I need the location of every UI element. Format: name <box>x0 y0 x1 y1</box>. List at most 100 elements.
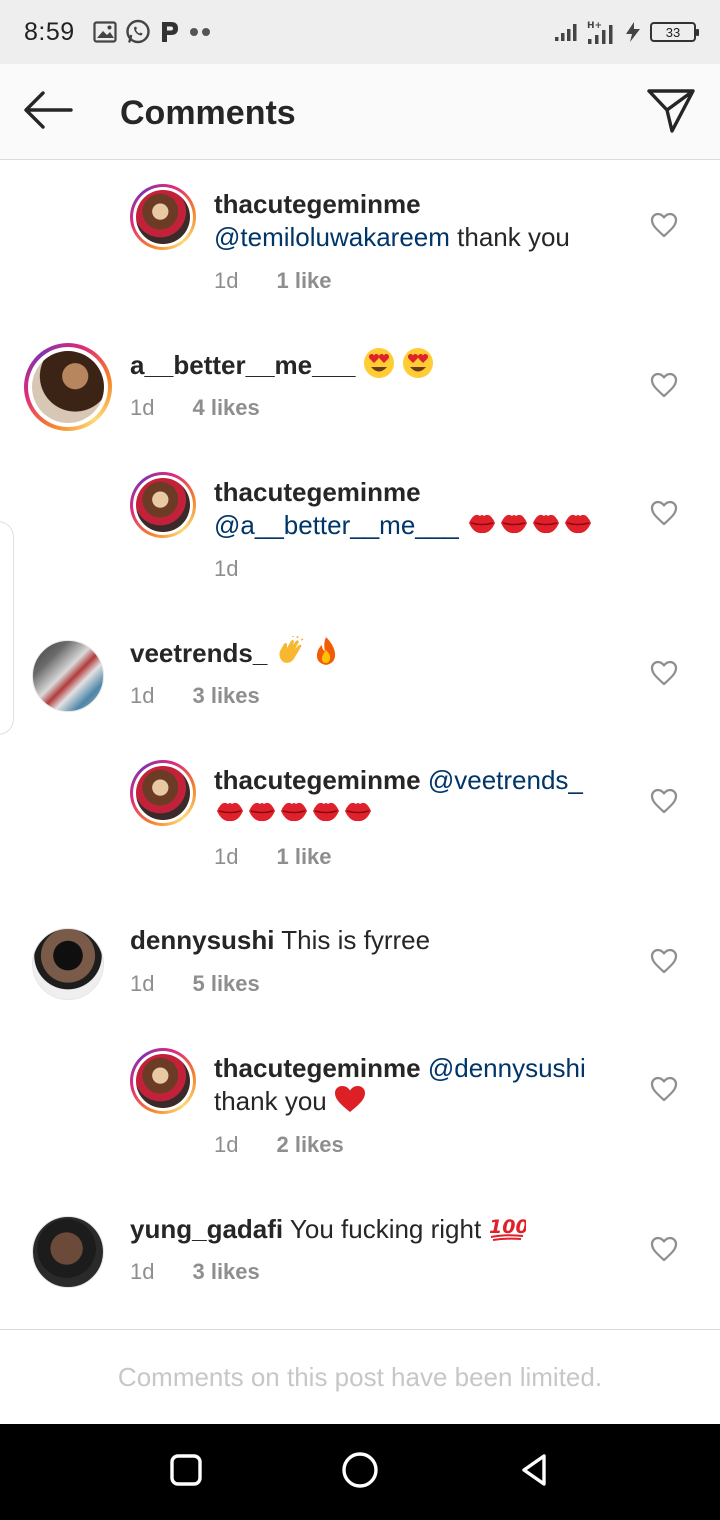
clap-emoji-icon <box>275 635 305 674</box>
avatar[interactable] <box>130 472 196 538</box>
like-heart-icon[interactable] <box>650 948 678 974</box>
back-triangle-icon <box>516 1452 552 1493</box>
avatar[interactable] <box>32 928 104 1000</box>
back-nav-button[interactable] <box>512 1450 556 1494</box>
comment-mention[interactable]: @temiloluwakareem <box>214 222 450 252</box>
p-icon <box>159 20 181 44</box>
heart-eyes-emoji-icon <box>363 347 395 387</box>
avatar[interactable] <box>32 640 104 712</box>
kiss-lips-emoji-icon <box>246 797 278 833</box>
avatar[interactable] <box>130 1048 196 1114</box>
comment-text: thank you <box>449 222 570 252</box>
like-heart-icon[interactable] <box>650 372 678 398</box>
recents-icon <box>169 1453 203 1492</box>
comment-meta: 1d 5 likes <box>130 971 260 997</box>
kiss-lips-emoji-icon <box>562 509 594 545</box>
comment-likes[interactable]: 1 like <box>276 268 331 294</box>
like-heart-icon[interactable] <box>650 212 678 238</box>
comment-time: 1d <box>214 1132 239 1157</box>
comment-time: 1d <box>214 844 239 869</box>
comment-meta: 1d 4 likes <box>130 395 260 421</box>
comment-username[interactable]: thacutegeminme <box>214 1053 421 1083</box>
more-dots-icon <box>189 27 211 37</box>
comment-username[interactable]: a__better__me___ <box>130 350 356 380</box>
red-heart-emoji-icon <box>334 1085 366 1121</box>
notification-icons <box>93 19 211 45</box>
arrow-left-icon <box>23 90 73 135</box>
comment-mention[interactable]: @dennysushi <box>428 1053 586 1083</box>
comments-limited-footer: Comments on this post have been limited. <box>0 1329 720 1424</box>
status-right: H+ 33 <box>554 19 699 45</box>
comment-username[interactable]: thacutegeminme <box>214 476 634 509</box>
fire-emoji-icon <box>312 636 340 674</box>
comment-mention[interactable]: @veetrends_ <box>428 765 583 795</box>
signal-4g-icon: H+ <box>586 19 616 45</box>
comment-meta: 1d 1 like <box>214 844 332 870</box>
comment-time: 1d <box>130 683 155 708</box>
kiss-lips-emoji-icon <box>342 797 374 833</box>
comment-meta: 1d 2 likes <box>214 1132 344 1158</box>
like-heart-icon[interactable] <box>650 1076 678 1102</box>
comment-time: 1d <box>130 1259 155 1284</box>
gallery-icon <box>93 21 117 43</box>
comment-text: You fucking right <box>289 1213 482 1244</box>
comment-time: 1d <box>214 268 239 293</box>
like-heart-icon[interactable] <box>650 788 678 814</box>
signal-icon <box>554 22 578 42</box>
comments-limited-text: Comments on this post have been limited. <box>117 1361 603 1392</box>
comment-mention[interactable]: @a__better__me___ <box>214 510 459 540</box>
kiss-lips-emoji-icon <box>310 797 342 833</box>
like-heart-icon[interactable] <box>650 1236 678 1262</box>
like-heart-icon[interactable] <box>650 500 678 526</box>
comment-likes[interactable]: 5 likes <box>192 971 259 997</box>
kiss-lips-emoji-icon <box>498 509 530 545</box>
avatar[interactable] <box>130 184 196 250</box>
paper-plane-icon <box>646 88 696 139</box>
comments-header: Comments <box>0 64 720 160</box>
page-title: Comments <box>120 94 296 132</box>
comment-text: This is fyrree <box>281 925 431 955</box>
svg-text:H+: H+ <box>587 21 602 31</box>
status-time: 8:59 <box>24 17 75 46</box>
comment-likes[interactable]: 4 likes <box>192 395 259 421</box>
comment-likes[interactable]: 2 likes <box>276 1132 343 1158</box>
share-button[interactable] <box>644 88 698 138</box>
status-bar: 8:59 H+ 33 <box>0 0 720 64</box>
whatsapp-icon <box>125 19 151 45</box>
charging-icon <box>624 21 642 43</box>
avatar[interactable] <box>130 760 196 826</box>
comment-time: 1d <box>130 395 155 420</box>
comment-likes[interactable]: 3 likes <box>192 1259 259 1285</box>
comment-meta: 1d 1 like <box>214 268 332 294</box>
home-icon <box>340 1450 380 1495</box>
comment-likes[interactable]: 3 likes <box>192 683 259 709</box>
comment-meta: 1d 3 likes <box>130 1259 260 1285</box>
comment-username[interactable]: dennysushi <box>130 925 274 955</box>
comment-meta: 1d 3 likes <box>130 683 260 709</box>
edge-card <box>0 521 14 735</box>
comment-time: 1d <box>214 556 239 581</box>
comment-username[interactable]: yung_gadafi <box>130 1214 283 1244</box>
comment-username[interactable]: veetrends_ <box>130 638 267 668</box>
like-heart-icon[interactable] <box>650 660 678 686</box>
home-button[interactable] <box>338 1450 382 1494</box>
kiss-lips-emoji-icon <box>530 509 562 545</box>
heart-eyes-emoji-icon <box>402 347 434 387</box>
kiss-lips-emoji-icon <box>214 797 246 833</box>
comment-username[interactable]: thacutegeminme <box>214 188 634 221</box>
comment-time: 1d <box>130 971 155 996</box>
hundred-emoji-icon: 100 <box>488 1212 529 1250</box>
avatar[interactable] <box>32 1216 104 1288</box>
system-nav-bar <box>0 1424 720 1520</box>
kiss-lips-emoji-icon <box>278 797 310 833</box>
avatar[interactable] <box>24 343 112 431</box>
comment-text: thank you <box>214 1086 327 1116</box>
comment-username[interactable]: thacutegeminme <box>214 765 421 795</box>
comment-likes[interactable]: 1 like <box>276 844 331 870</box>
recents-button[interactable] <box>164 1450 208 1494</box>
back-button[interactable] <box>22 90 74 134</box>
battery-indicator: 33 <box>650 22 699 42</box>
comment-meta: 1d <box>214 556 238 582</box>
comments-list: thacutegeminme @temiloluwakareem thank y… <box>0 161 720 1329</box>
kiss-lips-emoji-icon <box>466 509 498 545</box>
